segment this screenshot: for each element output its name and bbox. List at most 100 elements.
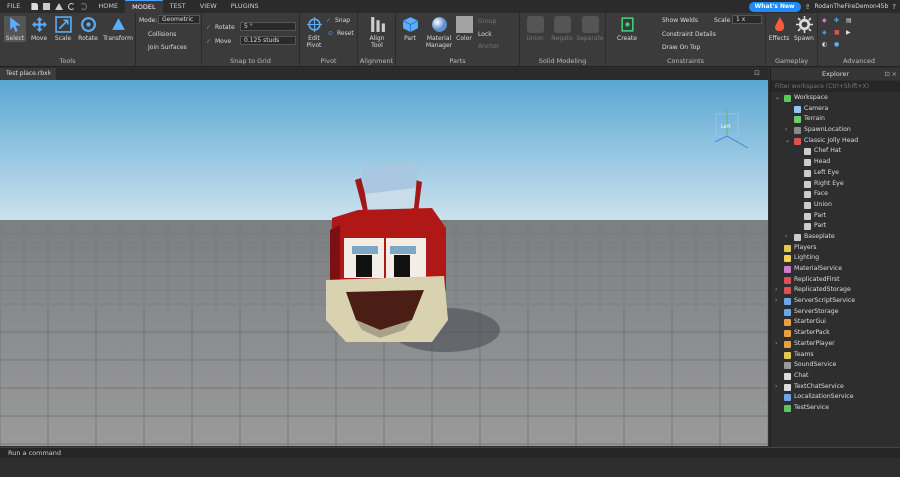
explorer-item[interactable]: StarterGui bbox=[771, 317, 900, 328]
run-script-icon[interactable]: ▶ bbox=[846, 29, 851, 36]
explorer-item[interactable]: Right Eye bbox=[771, 179, 900, 190]
explorer-item[interactable]: › TextChatService bbox=[771, 382, 900, 393]
explorer-item[interactable]: › SpawnLocation bbox=[771, 125, 900, 136]
rotate-snap-input[interactable]: 5 ° bbox=[240, 22, 296, 31]
redo-icon[interactable] bbox=[80, 3, 88, 10]
union-button[interactable]: Union bbox=[522, 16, 548, 42]
expand-arrow-icon[interactable]: › bbox=[785, 232, 791, 243]
tab-view[interactable]: VIEW bbox=[193, 0, 224, 13]
explorer-filter-input[interactable]: Filter workspace (Ctrl+Shift+X) bbox=[771, 81, 900, 92]
explorer-item[interactable]: Union bbox=[771, 200, 900, 211]
file-menu[interactable]: FILE bbox=[0, 0, 27, 13]
explorer-item[interactable]: StarterPack bbox=[771, 328, 900, 339]
model-icon[interactable]: ✤ bbox=[834, 17, 839, 24]
whats-new-button[interactable]: What's New bbox=[748, 1, 801, 12]
maximize-icon[interactable]: ⊡ bbox=[754, 69, 760, 77]
script-icon[interactable]: ◆ bbox=[822, 17, 827, 24]
collisions-toggle[interactable]: Collisions bbox=[148, 31, 176, 38]
undo-icon[interactable] bbox=[68, 3, 76, 10]
edit-pivot-button[interactable]: Edit Pivot bbox=[303, 16, 325, 49]
expand-arrow-icon[interactable]: › bbox=[785, 125, 791, 136]
material-manager-button[interactable]: Material Manager bbox=[424, 16, 454, 49]
group-button[interactable]: Group bbox=[478, 18, 496, 25]
publish-icon[interactable] bbox=[55, 3, 64, 10]
save-icon[interactable] bbox=[43, 3, 51, 10]
expand-arrow-icon[interactable]: ⌄ bbox=[785, 136, 791, 147]
spawn-button[interactable]: Spawn bbox=[792, 16, 816, 42]
expand-arrow-icon[interactable]: › bbox=[775, 296, 781, 307]
explorer-item[interactable]: SoundService bbox=[771, 360, 900, 371]
expand-arrow-icon[interactable]: › bbox=[775, 339, 781, 350]
username[interactable]: RodanTheFireDemon45b bbox=[814, 3, 888, 10]
snap-pivot-checkbox[interactable]: ✓ bbox=[326, 17, 331, 24]
separate-button[interactable]: Separate bbox=[576, 16, 604, 42]
pin-icon[interactable]: ⊡ bbox=[885, 68, 890, 80]
explorer-item[interactable]: Chat bbox=[771, 371, 900, 382]
explorer-item[interactable]: › ServerScriptService bbox=[771, 296, 900, 307]
help-icon[interactable]: ? bbox=[892, 3, 896, 11]
explorer-item[interactable]: Camera bbox=[771, 104, 900, 115]
explorer-item[interactable]: › StarterPlayer bbox=[771, 339, 900, 350]
collision-groups-icon[interactable]: ◐ bbox=[822, 41, 827, 48]
tab-test[interactable]: TEST bbox=[163, 0, 193, 13]
transform-tool[interactable]: Transform bbox=[102, 16, 134, 42]
align-tool-button[interactable]: Align Tool bbox=[364, 16, 390, 49]
lock-button[interactable]: Lock bbox=[478, 31, 492, 38]
anchor-button[interactable]: Anchor bbox=[478, 43, 499, 50]
effects-button[interactable]: Effects bbox=[768, 16, 790, 42]
explorer-item[interactable]: Face bbox=[771, 189, 900, 200]
select-tool[interactable]: Select bbox=[4, 16, 26, 42]
expand-arrow-icon[interactable]: › bbox=[775, 285, 781, 296]
rotate-tool[interactable]: Rotate bbox=[76, 16, 100, 42]
color-button[interactable]: Color bbox=[454, 16, 474, 42]
3d-viewport[interactable]: Left bbox=[0, 80, 768, 446]
explorer-item[interactable]: LocalizationService bbox=[771, 392, 900, 403]
tab-test-place[interactable]: Test place.rbxl × bbox=[0, 68, 56, 80]
tab-model[interactable]: MODEL bbox=[125, 0, 163, 13]
explorer-item[interactable]: Part bbox=[771, 221, 900, 232]
explorer-item[interactable]: Players bbox=[771, 243, 900, 254]
explorer-item[interactable]: Head bbox=[771, 157, 900, 168]
share-icon[interactable]: ⇪ bbox=[805, 3, 811, 11]
close-icon[interactable]: × bbox=[47, 68, 52, 80]
rotate-checkbox[interactable]: ✓ bbox=[206, 24, 211, 31]
move-tool[interactable]: Move bbox=[28, 16, 50, 42]
new-file-icon[interactable] bbox=[31, 3, 39, 10]
tab-plugins[interactable]: PLUGINS bbox=[224, 0, 266, 13]
reset-pivot-label[interactable]: Reset bbox=[337, 30, 354, 37]
explorer-item[interactable]: › ReplicatedStorage bbox=[771, 285, 900, 296]
explorer-item[interactable]: TestService bbox=[771, 403, 900, 414]
create-constraint-button[interactable]: Create bbox=[614, 16, 640, 42]
explorer-item[interactable]: › Baseplate bbox=[771, 232, 900, 243]
explorer-item[interactable]: ⌄ Classic Jolly Head bbox=[771, 136, 900, 147]
explorer-item[interactable]: Left Eye bbox=[771, 168, 900, 179]
explorer-item[interactable]: Teams bbox=[771, 350, 900, 361]
expand-arrow-icon[interactable]: ⌄ bbox=[775, 93, 781, 104]
negate-button[interactable]: Negate bbox=[549, 16, 575, 42]
move-checkbox[interactable]: ✓ bbox=[206, 38, 211, 45]
module-icon[interactable]: ■ bbox=[834, 29, 840, 36]
join-surfaces-toggle[interactable]: Join Surfaces bbox=[148, 44, 187, 51]
settings-icon[interactable]: ▤ bbox=[846, 17, 852, 24]
explorer-close-icon[interactable]: × bbox=[892, 68, 897, 80]
scale-tool[interactable]: Scale bbox=[52, 16, 74, 42]
explorer-item[interactable]: ServerStorage bbox=[771, 307, 900, 318]
reset-pivot-icon[interactable]: ⊙ bbox=[328, 30, 333, 37]
explorer-item[interactable]: ReplicatedFirst bbox=[771, 275, 900, 286]
explorer-item[interactable]: MaterialService bbox=[771, 264, 900, 275]
mode-dropdown[interactable]: Geometric bbox=[158, 15, 200, 24]
draw-on-top-toggle[interactable]: Draw On Top bbox=[662, 44, 700, 51]
show-welds-toggle[interactable]: Show Welds bbox=[662, 17, 698, 24]
explorer-item[interactable]: Chef Hat bbox=[771, 146, 900, 157]
expand-arrow-icon[interactable]: › bbox=[775, 382, 781, 393]
explorer-item[interactable]: Part bbox=[771, 211, 900, 222]
constraint-details-toggle[interactable]: Constraint Details bbox=[662, 31, 716, 38]
explorer-item[interactable]: Terrain bbox=[771, 114, 900, 125]
explorer-item[interactable]: ⌄ Workspace bbox=[771, 93, 900, 104]
explorer-item[interactable]: Lighting bbox=[771, 253, 900, 264]
tab-home[interactable]: HOME bbox=[91, 0, 125, 13]
object-icon[interactable]: ● bbox=[834, 41, 839, 48]
constraint-scale-input[interactable]: 1 x bbox=[732, 15, 762, 24]
command-bar-input[interactable]: Run a command bbox=[0, 447, 900, 458]
localscript-icon[interactable]: ◈ bbox=[822, 29, 827, 36]
